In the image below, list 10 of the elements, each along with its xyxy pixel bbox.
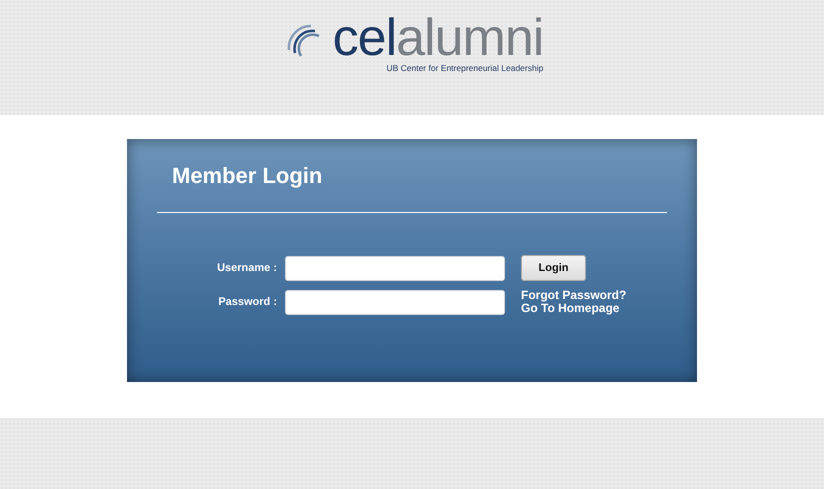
logo-tagline: UB Center for Entrepreneurial Leadership bbox=[386, 62, 544, 75]
field-label: Username : bbox=[216, 260, 277, 276]
input-field[interactable] bbox=[285, 256, 505, 281]
input-field[interactable] bbox=[285, 290, 505, 315]
text-link[interactable]: Forgot Password? bbox=[521, 289, 626, 302]
field-label: Password : bbox=[217, 295, 277, 310]
text-link[interactable]: Go To Homepage bbox=[521, 302, 626, 316]
login-button[interactable]: Login bbox=[521, 255, 586, 282]
logo-wordmark: celalumni bbox=[332, 16, 544, 60]
panel-title: Member Login bbox=[172, 163, 322, 188]
